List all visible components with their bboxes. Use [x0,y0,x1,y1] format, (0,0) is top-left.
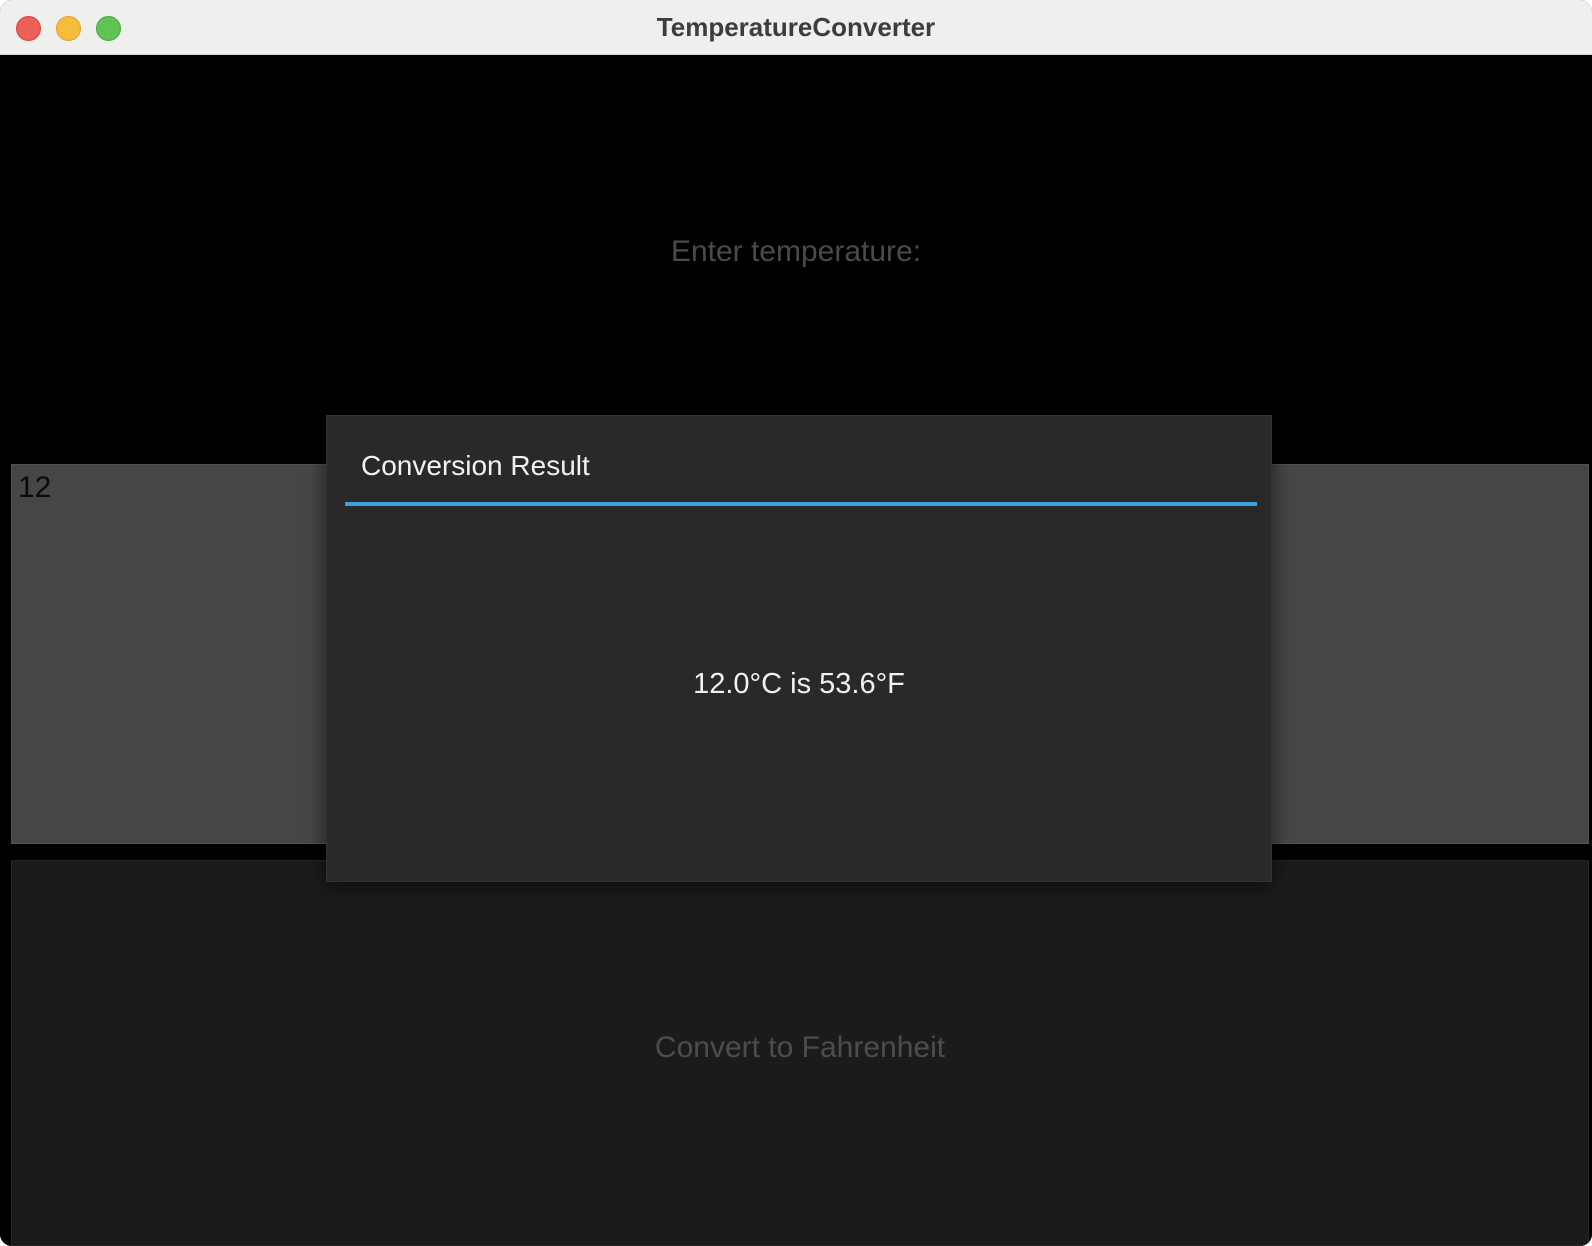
app-window: TemperatureConverter Enter temperature: … [0,0,1592,1246]
dialog-message: 12.0°C is 53.6°F [693,668,905,700]
temperature-prompt-label: Enter temperature: [670,235,922,268]
main-content: Enter temperature: 12 Convert to Fahrenh… [0,55,1592,1246]
conversion-result-dialog: Conversion Result 12.0°C is 53.6°F [326,415,1272,882]
convert-button-label: Convert to Fahrenheit [654,1031,946,1064]
window-title: TemperatureConverter [656,12,936,42]
dialog-title-divider [345,502,1257,506]
title-bar[interactable]: TemperatureConverter [0,0,1592,55]
convert-to-fahrenheit-button[interactable]: Convert to Fahrenheit [11,860,1589,1246]
dialog-title: Conversion Result [361,450,590,481]
